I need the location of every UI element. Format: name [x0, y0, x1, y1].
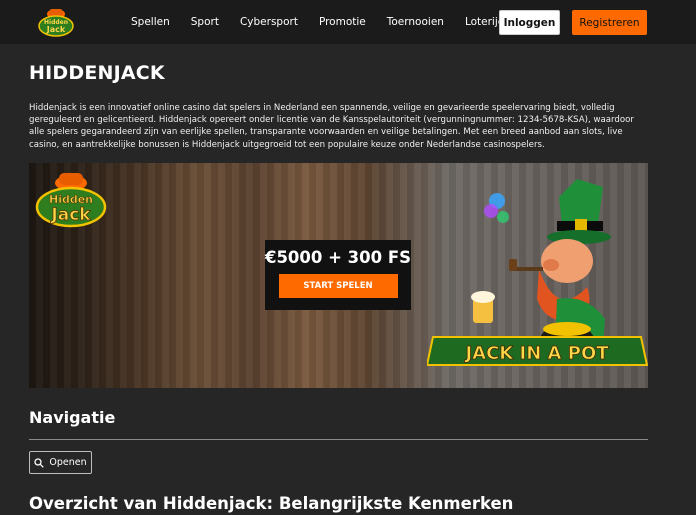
open-navigation-button[interactable]: Openen	[29, 451, 92, 474]
top-header: Hidden Jack Spellen Sport Cybersport Pro…	[0, 0, 696, 44]
start-playing-button[interactable]: START SPELEN	[278, 274, 398, 298]
open-button-label: Openen	[49, 457, 87, 468]
jack-in-a-pot-game-art: JACK IN A POT	[427, 179, 648, 366]
promo-offer-text: €5000 + 300 FS	[264, 248, 412, 267]
main-nav: Spellen Sport Cybersport Promotie Toerno…	[131, 0, 532, 44]
svg-text:Jack: Jack	[46, 25, 66, 34]
intro-text: Hiddenjack is een innovatief online casi…	[29, 103, 634, 150]
nav-promotie[interactable]: Promotie	[319, 16, 366, 28]
nav-sport[interactable]: Sport	[191, 16, 219, 28]
overview-heading: Overzicht van Hiddenjack: Belangrijkste …	[29, 494, 514, 513]
banner-hiddenjack-logo: Hidden Jack	[35, 173, 107, 228]
game-logo-text: JACK IN A POT	[463, 343, 609, 364]
svg-text:Jack: Jack	[50, 205, 91, 225]
navigatie-heading: Navigatie	[29, 408, 116, 427]
section-divider	[29, 439, 648, 440]
nav-spellen[interactable]: Spellen	[131, 16, 170, 28]
hiddenjack-logo[interactable]: Hidden Jack	[38, 6, 74, 38]
search-icon	[34, 457, 45, 468]
promo-banner[interactable]: Hidden Jack €5000 + 300 FS START SPELEN	[29, 163, 648, 388]
page-title: HIDDENJACK	[29, 62, 165, 84]
promo-offer-box: €5000 + 300 FS START SPELEN	[265, 240, 411, 310]
login-button[interactable]: Inloggen	[499, 10, 560, 35]
nav-toernooien[interactable]: Toernooien	[387, 16, 444, 28]
nav-cybersport[interactable]: Cybersport	[240, 16, 298, 28]
register-button[interactable]: Registreren	[572, 10, 647, 35]
